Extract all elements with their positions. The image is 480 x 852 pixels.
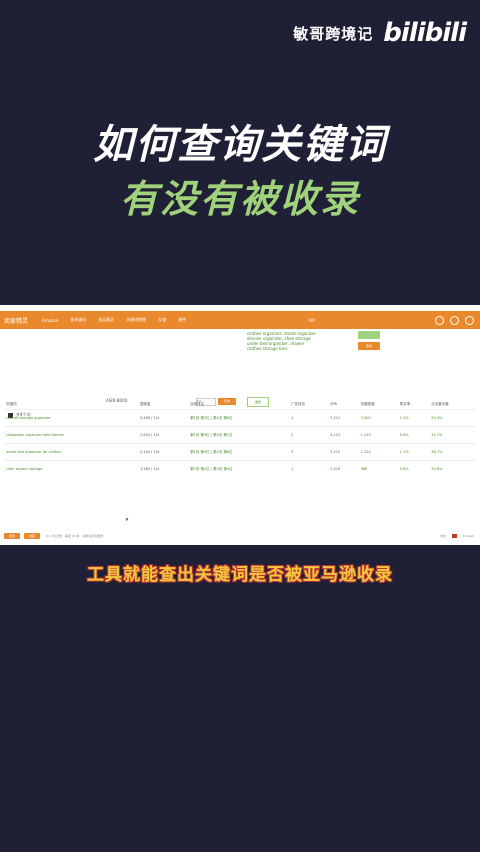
cell-click-share: 38.7%	[429, 443, 476, 461]
cell-keyword[interactable]: cloth drawer storage	[4, 460, 139, 477]
table-header-row: 关键词 搜索量 自然排名 广告排名 SPR 标题密度 购买率 点击集中度	[4, 399, 476, 410]
cell-title-density: 968	[358, 460, 398, 477]
cell-volume: 1,580 | 1/4	[138, 460, 189, 477]
table-row[interactable]: under bed organizer for clothes 2,104 | …	[4, 443, 476, 461]
video-caption: 工具就能查出关键词是否被亚马逊收录	[87, 565, 393, 585]
language-switch: 中文 English	[440, 534, 474, 538]
nav-item-reverse[interactable]: 反查	[158, 317, 166, 323]
brand-watermark: 敏哥跨境记 bilibili	[293, 18, 467, 48]
cell-click-share: 41.2%	[429, 426, 476, 444]
cell-click-share: 30.6%	[429, 460, 476, 477]
cell-purchase-rate: 0.9%	[397, 426, 430, 444]
favorite-button[interactable]: 收藏	[24, 533, 40, 539]
cell-title-density: 1,345	[358, 426, 398, 444]
cell-ad-rank: 1	[289, 409, 329, 427]
table-row[interactable]: cloth drawer storage 1,580 | 1/4 第2页 第2位…	[4, 460, 476, 477]
cell-spr: 5,212	[328, 409, 359, 427]
export-button[interactable]: 导出	[4, 533, 20, 539]
nav-item-keyword[interactable]: 查关键词	[70, 317, 86, 323]
search-icon[interactable]	[434, 315, 444, 325]
lang-en[interactable]: English	[463, 534, 474, 538]
cell-keyword[interactable]: clothes storage organizer	[4, 409, 139, 427]
cell-volume: 2,104 | 1/4	[138, 443, 189, 461]
col-spr[interactable]: SPR	[328, 399, 358, 410]
lang-cn[interactable]: 中文	[440, 534, 446, 538]
table-row[interactable]: clothes storage organizer 3,456 | 1/4 第1…	[4, 409, 476, 427]
headline-line2: 有没有被收录	[119, 177, 360, 221]
cell-keyword[interactable]: collapsible organizer with handle	[4, 426, 139, 444]
cell-volume: 3,456 | 1/4	[138, 409, 189, 427]
cell-title-density: 1,120	[358, 443, 398, 461]
mouse-cursor-icon	[125, 517, 130, 522]
cell-organic-rank: 第1页 第3位 | 第1页 第8位	[188, 409, 290, 427]
cell-keyword[interactable]: under bed organizer for clothes	[4, 443, 139, 461]
keywords-textarea[interactable]: clothes organizer, closet organizer dres…	[247, 331, 337, 351]
col-ad-rank[interactable]: 广告排名	[289, 399, 328, 410]
topbar-icons	[434, 315, 474, 325]
col-click-share[interactable]: 点击集中度	[429, 399, 476, 410]
cell-title-density: 3,500	[358, 409, 398, 427]
nav-item-product[interactable]: 选品精灵	[98, 317, 114, 323]
query-form: clothes organizer, closet organizer dres…	[0, 329, 480, 418]
notification-icon[interactable]	[464, 315, 474, 325]
cell-organic-rank: 第1页 第9位 | 第2页 第6位	[188, 443, 290, 461]
cell-click-share: 52.4%	[429, 409, 476, 427]
embedded-screenshot: 卖家精灵 Amazon 查关键词 选品精灵 关键词挖掘 反查 插件 VIP cl…	[0, 305, 480, 545]
green-action-button[interactable]	[358, 331, 380, 339]
cell-organic-rank: 第2页 第2位 | 第3页 第4位	[188, 460, 290, 477]
cell-spr: 3,210	[328, 443, 359, 461]
cell-volume: 2,820 | 1/4	[138, 426, 189, 444]
nav-item-mining[interactable]: 关键词挖掘	[126, 317, 146, 323]
cell-purchase-rate: 1.2%	[397, 409, 430, 427]
cell-ad-rank: 3	[289, 443, 329, 461]
bilibili-logo: bilibili	[383, 18, 467, 48]
col-volume[interactable]: 搜索量	[138, 399, 188, 410]
bottom-bar: 导出 收藏 共 4 条记录，每页 20 条 · 关键词反查报告 中文 Engli…	[0, 531, 480, 541]
col-purchase-rate[interactable]: 购买率	[398, 399, 429, 410]
app-logo[interactable]: 卖家精灵	[4, 316, 28, 325]
cell-ad-rank: 2	[289, 426, 329, 444]
pagination-note: 共 4 条记录，每页 20 条 · 关键词反查报告	[46, 534, 104, 538]
headline-line1: 如何查询关键词	[93, 122, 387, 168]
results-table: 关键词 搜索量 自然排名 广告排名 SPR 标题密度 购买率 点击集中度 clo…	[4, 399, 476, 477]
nav-item-plugin[interactable]: 插件	[178, 317, 186, 323]
flag-icon	[452, 534, 458, 538]
cell-purchase-rate: 0.8%	[397, 460, 430, 477]
col-title-density[interactable]: 标题密度	[359, 399, 398, 410]
user-label[interactable]: VIP	[308, 318, 314, 323]
col-keyword[interactable]: 关键词	[4, 399, 138, 410]
cell-organic-rank: 第1页 第5位 | 第2页 第1位	[188, 426, 290, 444]
col-organic-rank[interactable]: 自然排名	[188, 399, 289, 410]
keyword-line: clothes storage bins	[247, 346, 288, 351]
app-topbar: 卖家精灵 Amazon 查关键词 选品精灵 关键词挖掘 反查 插件 VIP	[0, 311, 480, 329]
table-row[interactable]: collapsible organizer with handle 2,820 …	[4, 426, 476, 444]
cell-purchase-rate: 1.1%	[397, 443, 430, 461]
nav-item-amazon[interactable]: Amazon	[42, 318, 58, 323]
channel-name: 敏哥跨境记	[293, 24, 374, 43]
cell-spr: 4,123	[328, 426, 359, 444]
search-button[interactable]: 查询	[358, 342, 380, 350]
cell-ad-rank: 1	[289, 460, 329, 477]
settings-icon[interactable]	[449, 315, 459, 325]
cell-spr: 2,016	[328, 460, 359, 477]
